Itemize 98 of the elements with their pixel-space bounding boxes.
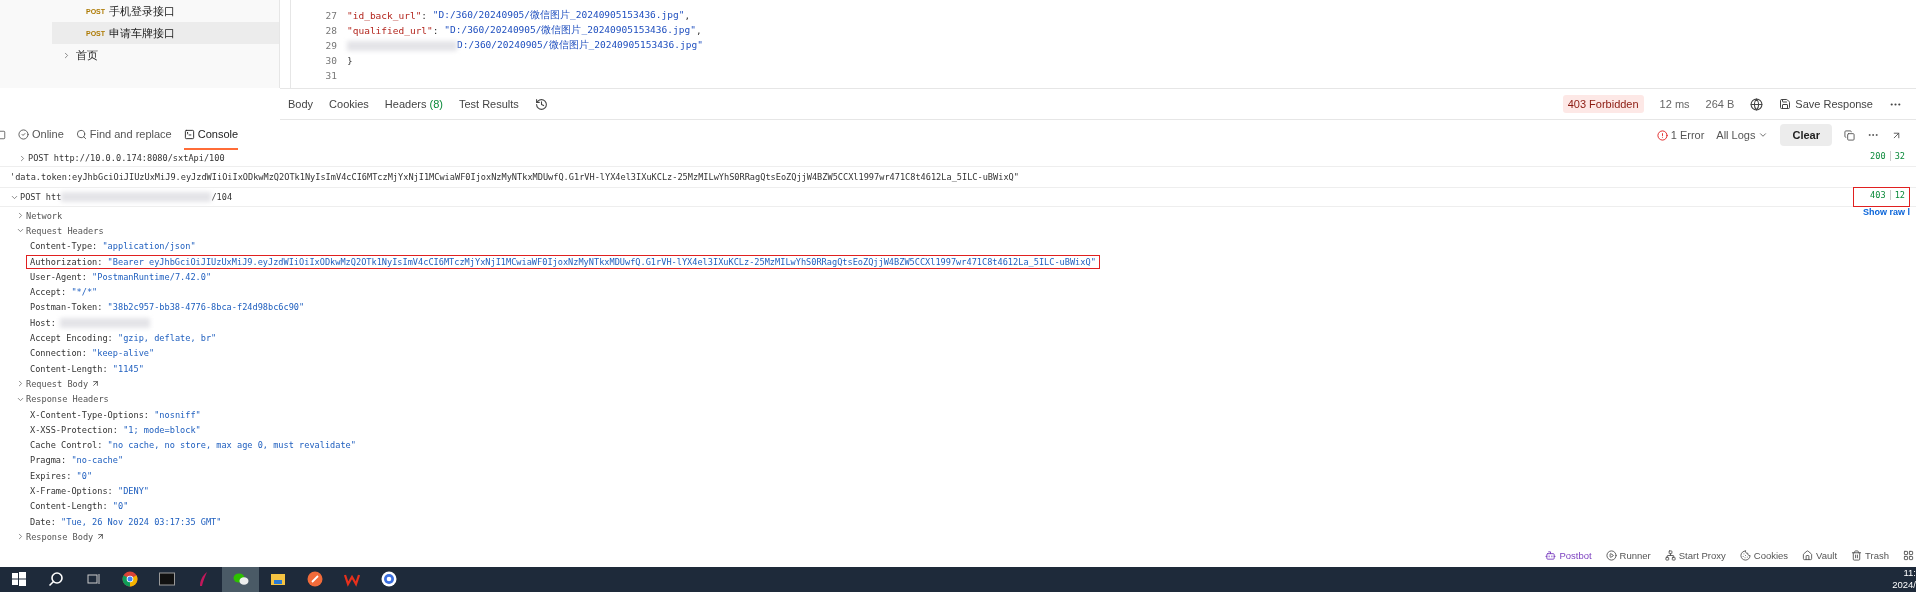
history-icon[interactable] — [534, 97, 548, 111]
play-icon[interactable] — [1605, 550, 1617, 562]
line-number: 29 — [324, 40, 338, 51]
network-icon[interactable] — [1664, 550, 1676, 562]
caret-icon[interactable] — [16, 211, 25, 221]
clear-button[interactable]: Clear — [1780, 124, 1832, 146]
response-tab[interactable]: Body — [288, 98, 314, 110]
code-token: : — [432, 25, 440, 36]
log-message: 'data.token:eyJhbGciOiJIUzUxMiJ9.eyJzdWIiOiIxODkwMzQ2OTk1NyIsImV4cCI6MTczMjYxNjI1MCwiaWF0IjoxNzMyNTkxMDUwfQ.G1rVH-lYX4el3IXuKCLz-25MzMILwYhS0RRagQtsEoZQjjW4BZW5CCXl1997wr471C8t4612La_5ILC-uBWixQ" — [10, 172, 1019, 182]
response-time: 12 ms — [1659, 98, 1690, 110]
header-line: X-Content-Type-Options: "nosniff" — [29, 408, 202, 422]
windows-icon[interactable] — [10, 571, 27, 588]
line-number: 30 — [324, 55, 338, 66]
section-label[interactable]: Response Body — [26, 531, 94, 542]
code-token: "D:/360/20240905/微信图片_20240905153436.jpg" — [432, 9, 685, 22]
header-line: Cache Control: "no cache, no store, max age 0, must revalidate" — [29, 439, 357, 453]
section-label[interactable]: Response Headers — [26, 394, 109, 405]
status-code: 200 — [1870, 151, 1886, 161]
log-filter[interactable]: All Logs — [1716, 129, 1756, 141]
folder-icon[interactable] — [269, 571, 286, 588]
arrow-icon[interactable] — [96, 532, 106, 542]
terminal-icon[interactable] — [158, 571, 175, 588]
folder-item[interactable]: 首页 — [76, 47, 98, 63]
section-label[interactable]: Request Body — [26, 378, 89, 389]
show-raw-link[interactable]: Show raw l — [1863, 206, 1910, 217]
header-line: Pragma: "no-cache" — [29, 454, 125, 468]
request-line: POST http://10.0.0.174:8080/sxtApi/100 — [28, 153, 225, 163]
header-line: Content-Length: "0" — [29, 500, 130, 514]
request-time: 32 — [1889, 151, 1905, 161]
caret-icon[interactable] — [16, 532, 25, 542]
trash-icon[interactable] — [1851, 550, 1863, 562]
line-number: 28 — [324, 25, 338, 36]
status-bar-item[interactable]: Postbot — [1559, 550, 1592, 562]
code-token: : — [421, 10, 429, 21]
header-line: Host: — [29, 316, 57, 330]
request-line: POST htt — [20, 192, 62, 202]
section-label[interactable]: Network — [26, 210, 63, 221]
code-token: "id_back_url" — [347, 10, 422, 21]
code-token: } — [347, 55, 353, 66]
chevron-icon[interactable] — [1758, 130, 1769, 140]
header-line: Expires: "0" — [29, 469, 94, 483]
arrow-icon[interactable] — [91, 379, 101, 389]
header-line: Connection: "keep-alive" — [29, 347, 156, 361]
status-bar-item[interactable]: Start Proxy — [1678, 550, 1726, 562]
browser-icon[interactable] — [121, 571, 138, 588]
pen-app-icon[interactable] — [306, 571, 323, 588]
console-tab[interactable]: Console — [197, 128, 239, 140]
response-size: 264 B — [1705, 98, 1735, 110]
status-bar-item[interactable]: Cookies — [1753, 550, 1789, 562]
save-icon[interactable] — [1779, 98, 1792, 110]
header-line: X-Frame-Options: "DENY" — [29, 485, 150, 498]
request-time: 12 — [1889, 190, 1905, 200]
cookie-icon[interactable] — [1739, 550, 1751, 562]
globe-icon[interactable] — [1750, 97, 1764, 111]
save-response-button[interactable]: Save Response — [1795, 98, 1873, 110]
terminal-icon[interactable] — [183, 128, 195, 140]
chevron-icon[interactable] — [62, 50, 71, 60]
code-token: "D:/360/20240905/微信图片_20240905153436.jpg" — [444, 24, 696, 37]
error-icon — [1656, 129, 1668, 141]
caret-icon[interactable] — [16, 379, 25, 389]
status-code: 403 — [1870, 190, 1886, 200]
house-icon[interactable] — [1802, 550, 1814, 562]
header-line: Accept: "*/*" — [29, 286, 99, 300]
ring-app-icon[interactable] — [380, 571, 397, 588]
clock-date: 2024/ — [1892, 579, 1916, 592]
line-number: 31 — [324, 70, 338, 81]
status-bar-item[interactable]: Runner — [1619, 550, 1651, 562]
header-line: Content-Type: "application/json" — [29, 240, 197, 254]
request-url-end: /104 — [211, 192, 233, 202]
error-count[interactable]: 1 Error — [1670, 129, 1705, 141]
grid-icon[interactable] — [1903, 550, 1914, 562]
code-token: , — [684, 10, 691, 21]
response-tab[interactable]: Test Results — [458, 98, 519, 110]
response-tab[interactable]: Cookies — [329, 98, 369, 110]
header-line: X-XSS-Protection: "1; mode=block" — [29, 423, 202, 437]
header-line: Date: "Tue, 26 Nov 2024 03:17:35 GMT" — [29, 515, 223, 529]
search-icon[interactable] — [47, 571, 64, 588]
status-bar-item[interactable]: Vault — [1816, 550, 1838, 562]
status-badge: 403 Forbidden — [1562, 95, 1644, 113]
header-line: Postman-Token: "38b2c957-bb38-4776-8bca-f24d98bc6c90" — [29, 301, 306, 315]
header-line: Accept Encoding: "gzip, deflate, br" — [29, 332, 218, 345]
header-line: User-Agent: "PostmanRuntime/7.42.0" — [29, 270, 213, 284]
copy-icon[interactable] — [1844, 129, 1855, 141]
response-tab[interactable]: Headers (8) — [384, 98, 443, 110]
caret-icon[interactable] — [18, 153, 27, 163]
code-token: , — [695, 25, 702, 36]
bot-icon[interactable] — [1545, 550, 1557, 562]
console-tab[interactable]: Find and replace — [89, 128, 172, 140]
header-line: Content-Length: "1145" — [29, 362, 145, 376]
chat-icon[interactable] — [232, 571, 249, 588]
status-bar-item[interactable]: Trash — [1865, 550, 1889, 562]
clock-time: 11: — [1903, 567, 1916, 580]
section-label[interactable]: Request Headers — [26, 225, 104, 236]
check-circle-icon[interactable] — [18, 128, 29, 140]
code-token: D:/360/20240905/微信图片_20240905153436.jpg" — [457, 39, 703, 52]
line-number: 27 — [324, 10, 338, 21]
code-token: "qualified_url" — [347, 25, 433, 36]
console-tab[interactable]: Online — [32, 128, 64, 140]
